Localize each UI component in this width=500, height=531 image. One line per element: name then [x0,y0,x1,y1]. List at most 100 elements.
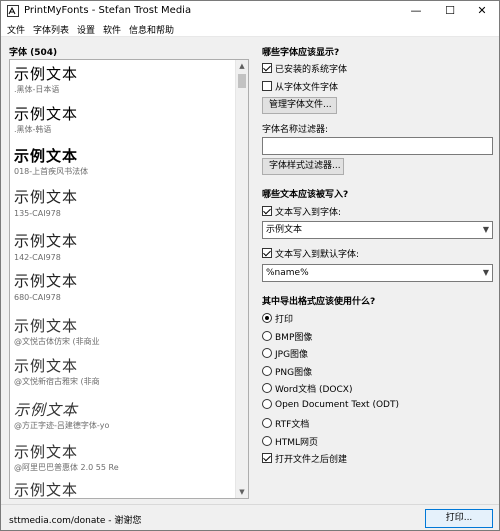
chevron-down-icon[interactable]: ▼ [483,222,489,238]
radio-checked-icon[interactable] [262,312,272,323]
manage-font-files-button[interactable]: 管理字体文件... [262,97,337,114]
list-item[interactable]: 示例文本 142-CAI978 [14,232,234,264]
menu-font-list[interactable]: 字体列表 [33,23,69,36]
menu-settings[interactable]: 设置 [77,23,95,36]
export-option-jpg[interactable]: JPG图像 [262,347,309,360]
checkbox-checked-icon[interactable] [262,452,272,463]
list-item[interactable]: 示例文本 @方正字迹-吕建德字体-yo [14,400,234,432]
list-item[interactable]: 示例文本 @文悦新宿古雅宋 (非商 [14,356,234,388]
default-text-combo[interactable]: %name% ▼ [262,264,493,282]
radio-label: RTF文档 [275,420,310,430]
app-window: PrintMyFonts - Stefan Trost Media — ☐ ✕ … [0,0,500,531]
scroll-down-icon[interactable]: ▼ [236,486,248,498]
checkbox-label: 文本写入到默认字体: [275,250,360,260]
font-name: .黑体-日本语 [14,85,60,94]
radio-label: Open Document Text (ODT) [275,400,399,410]
list-item[interactable]: 示例文本 @阿里巴巴普惠体 2.0 55 Re [14,442,234,474]
sample-text-combo[interactable]: 示例文本 ▼ [262,221,493,239]
font-list-scrollbar[interactable]: ▲ ▼ [235,60,248,498]
close-button[interactable]: ✕ [465,1,499,21]
radio-icon[interactable] [262,330,272,341]
export-option-png[interactable]: PNG图像 [262,365,313,378]
donate-link[interactable]: sttmedia.com/donate - 谢谢您 [9,513,141,526]
radio-icon[interactable] [262,347,272,358]
checkbox-label: 已安装的系统字体 [275,65,348,75]
list-item[interactable]: 示例文本 680-CAI978 [14,272,234,304]
checkbox-label: 从字体文件字体 [275,83,339,93]
list-item[interactable]: 示例文本 135-CAI978 [14,188,234,220]
font-sample: 示例文本 [14,401,79,419]
font-name: @文悦新宿古雅宋 (非商 [14,377,100,386]
export-option-print[interactable]: 打印 [262,312,294,325]
export-option-odt[interactable]: Open Document Text (ODT) [262,399,399,412]
font-name: @文悦古体仿宋 (非商业 [14,337,100,346]
menu-info-help[interactable]: 信息和帮助 [129,23,174,36]
write-default-checkbox[interactable]: 文本写入到默认字体: [262,247,360,260]
font-sample: 示例文本 [14,357,79,375]
checkbox-icon[interactable] [262,80,272,91]
radio-icon[interactable] [262,435,272,446]
open-after-create-checkbox[interactable]: 打开文件之后创建 [262,452,348,465]
font-list-header: 字体 (504) [9,48,58,58]
scroll-up-icon[interactable]: ▲ [236,60,248,72]
export-section-title: 其中导出格式应该使用什么? [262,297,376,307]
radio-label: 打印 [275,315,294,325]
radio-icon[interactable] [262,365,272,376]
radio-label: PNG图像 [275,368,313,378]
font-sample: 示例文本 [14,65,79,83]
app-logo-icon [7,5,19,17]
combo-value: %name% [266,268,309,278]
font-sample: 示例文本 [14,147,79,165]
radio-label: HTML网页 [275,438,319,448]
font-name: .黑体-韩语 [14,125,52,134]
font-name: 680-CAI978 [14,293,61,302]
menu-software[interactable]: 软件 [103,23,121,36]
name-filter-input[interactable] [262,137,493,155]
menu-bar: 文件 字体列表 设置 软件 信息和帮助 [1,21,499,37]
checkbox-checked-icon[interactable] [262,247,272,258]
radio-icon[interactable] [262,417,272,428]
title-bar: PrintMyFonts - Stefan Trost Media — ☐ ✕ [1,1,499,21]
display-section-title: 哪些字体应该显示? [262,48,340,58]
list-item[interactable]: 示例文本 .黑体-日本语 [14,64,234,96]
export-option-bmp[interactable]: BMP图像 [262,330,312,343]
checkbox-checked-icon[interactable] [262,205,272,216]
radio-label: Word文档 (DOCX) [275,385,353,395]
menu-file[interactable]: 文件 [7,23,25,36]
scrollbar-thumb[interactable] [238,74,246,88]
combo-value: 示例文本 [266,225,303,235]
font-sample: 示例文本 [14,481,79,499]
export-option-rtf[interactable]: RTF文档 [262,417,310,430]
name-filter-label: 字体名称过滤器: [262,125,329,135]
font-name: 018-上首疾风书法体 [14,167,89,176]
font-name: 135-CAI978 [14,209,61,218]
font-list[interactable]: 示例文本 .黑体-日本语 示例文本 .黑体-韩语 示例文本 018-上首疾风书法… [9,59,249,499]
font-sample: 示例文本 [14,443,79,461]
export-option-docx[interactable]: Word文档 (DOCX) [262,382,353,395]
style-filter-button[interactable]: 字体样式过滤器... [262,158,344,175]
font-sample: 示例文本 [14,105,79,123]
list-item[interactable]: 示例文本 .黑体-韩语 [14,104,234,136]
radio-icon[interactable] [262,399,272,409]
write-to-font-checkbox[interactable]: 文本写入到字体: [262,205,342,218]
print-button[interactable]: 打印... [425,509,493,528]
write-section-title: 哪些文本应该被写入? [262,190,349,200]
export-option-html[interactable]: HTML网页 [262,435,319,448]
font-name: @阿里巴巴普惠体 2.0 55 Re [14,463,119,472]
font-name: @方正字迹-吕建德字体-yo [14,421,110,430]
checkbox-checked-icon[interactable] [262,62,272,73]
list-item[interactable]: 示例文本 @文悦古体仿宋 (非商业 [14,316,234,348]
checkbox-label: 打开文件之后创建 [275,455,348,465]
checkbox-label: 文本写入到字体: [275,208,342,218]
installed-fonts-checkbox[interactable]: 已安装的系统字体 [262,62,348,75]
from-files-checkbox[interactable]: 从字体文件字体 [262,80,339,93]
maximize-button[interactable]: ☐ [433,1,467,21]
list-item[interactable]: 示例文本 [14,480,234,499]
minimize-button[interactable]: — [399,1,433,21]
list-item[interactable]: 示例文本 018-上首疾风书法体 [14,146,234,178]
radio-icon[interactable] [262,382,272,393]
radio-label: JPG图像 [275,350,309,360]
font-sample: 示例文本 [14,234,79,250]
chevron-down-icon[interactable]: ▼ [483,265,489,281]
status-bar: sttmedia.com/donate - 谢谢您 打印... [1,504,499,530]
